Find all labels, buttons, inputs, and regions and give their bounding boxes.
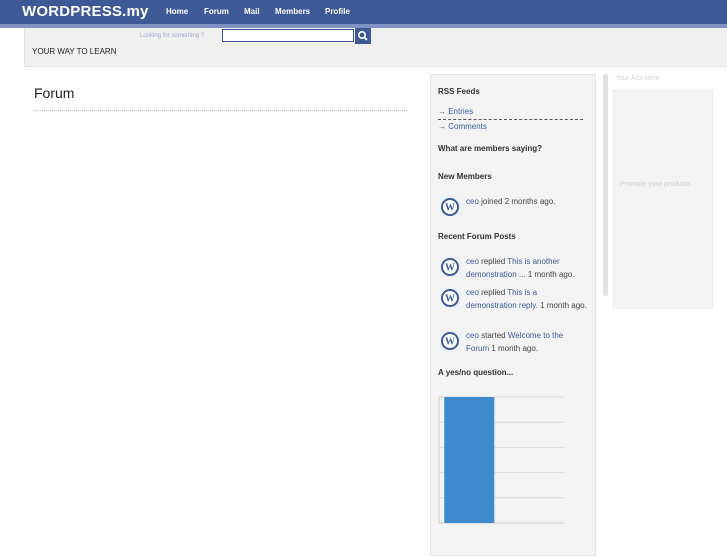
wordpress-avatar-icon[interactable]: W (439, 256, 461, 278)
post-user-link[interactable]: ceo (466, 257, 479, 266)
post-time: 1 month ago. (489, 344, 539, 353)
search-button[interactable] (355, 28, 371, 44)
site-logo[interactable]: WORDPRESS.my (22, 3, 149, 20)
svg-text:W: W (445, 294, 455, 305)
title-divider (34, 110, 407, 111)
nav-home[interactable]: Home (166, 7, 188, 16)
search-hint: Looking for something ? (140, 33, 205, 39)
chart-bar (444, 397, 495, 523)
nav-members[interactable]: Members (275, 7, 310, 16)
svg-text:W: W (445, 263, 455, 274)
post-action: replied (478, 288, 508, 297)
member-joined-text: joined 2 months ago. (478, 197, 556, 206)
members-saying-title: What are members saying? (438, 144, 543, 153)
header-box (24, 28, 727, 67)
post-user-link[interactable]: ceo (466, 331, 479, 340)
svg-text:W: W (445, 203, 455, 214)
search-input[interactable] (222, 29, 354, 42)
rss-comments-link[interactable]: → Comments (438, 122, 487, 131)
wordpress-avatar-icon[interactable]: W (439, 196, 461, 218)
post-time: 1 month ago. (537, 301, 587, 310)
nav-forum[interactable]: Forum (204, 7, 229, 16)
forum-post-entry: ceo replied This is another demonstratio… (466, 255, 588, 281)
member-link[interactable]: ceo (466, 197, 479, 206)
rss-feeds-title: RSS Feeds (438, 87, 480, 96)
forum-post-entry: ceo started Welcome to the Forum 1 month… (466, 329, 588, 355)
post-time: 1 month ago. (525, 270, 575, 279)
poll-chart (438, 396, 566, 524)
rss-entries-link[interactable]: → Entries (438, 107, 473, 116)
wordpress-avatar-icon[interactable]: W (439, 287, 461, 309)
ads-box[interactable] (613, 90, 713, 309)
recent-forum-posts-title: Recent Forum Posts (438, 232, 516, 241)
ads-label: Your Ads Here (615, 75, 660, 82)
search-icon (357, 30, 368, 41)
nav-mail[interactable]: Mail (244, 7, 260, 16)
ads-text: Promote your products (620, 181, 691, 188)
nav-profile[interactable]: Profile (325, 7, 350, 16)
poll-title: A yes/no question... (438, 368, 514, 377)
post-action: replied (478, 257, 508, 266)
new-members-title: New Members (438, 172, 492, 181)
post-action: started (478, 331, 508, 340)
wordpress-avatar-icon[interactable]: W (439, 330, 461, 352)
new-member-entry: ceo joined 2 months ago. (466, 195, 588, 208)
svg-text:W: W (445, 337, 455, 348)
sidebar-scrollbar[interactable] (603, 74, 608, 296)
site-tagline: YOUR WAY TO LEARN (32, 47, 117, 56)
page-title: Forum (34, 85, 75, 101)
forum-post-entry: ceo replied This is a demonstration repl… (466, 286, 588, 312)
rss-divider (438, 119, 583, 120)
post-user-link[interactable]: ceo (466, 288, 479, 297)
